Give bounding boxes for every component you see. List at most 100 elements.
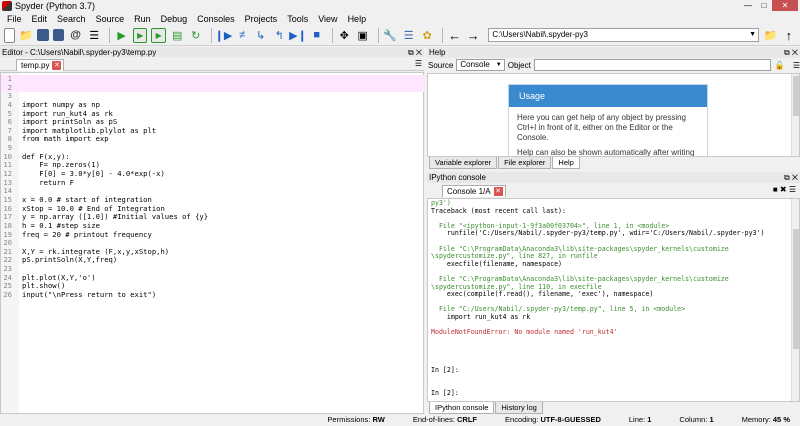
tab-ipython-console[interactable]: IPython console xyxy=(429,402,495,414)
menu-source[interactable]: Source xyxy=(91,14,130,24)
menu-projects[interactable]: Projects xyxy=(240,14,283,24)
save-icon[interactable] xyxy=(37,29,49,41)
stop-debug-icon[interactable]: ■ xyxy=(309,28,324,43)
close-tab-icon[interactable]: ✕ xyxy=(52,61,62,70)
open-file-icon[interactable]: 📁 xyxy=(19,28,34,43)
continue-icon[interactable]: ▶❙ xyxy=(289,28,307,43)
step-icon[interactable]: ≠ xyxy=(235,28,250,43)
code-line: 22 pS.printSoln(X,Y,freq) xyxy=(3,255,118,265)
run-selection-icon[interactable]: ▤ xyxy=(170,28,185,43)
tab-help[interactable]: Help xyxy=(552,157,580,169)
options-icon[interactable]: ☰ xyxy=(793,61,800,70)
fullscreen-icon[interactable]: ▣ xyxy=(355,28,370,43)
ipython-console[interactable]: py3') Traceback (most recent call last):… xyxy=(427,198,800,402)
console-title-text: IPython console xyxy=(429,173,486,182)
working-directory-field[interactable]: C:\Users\Nabil\.spyder-py3 ▼ xyxy=(488,28,760,42)
help-bottom-tabs: Variable explorer File explorer Help xyxy=(429,157,581,169)
chevron-down-icon[interactable]: ▼ xyxy=(749,29,756,41)
console-controls[interactable]: ■ ✖ ☰ xyxy=(773,185,796,194)
python-icon[interactable]: ✿ xyxy=(420,28,435,43)
list-icon[interactable]: ☰ xyxy=(87,28,102,43)
close-tab-icon[interactable]: ✕ xyxy=(493,187,503,196)
code-line: 13 return F xyxy=(3,177,74,187)
back-arrow-icon[interactable]: ← xyxy=(447,28,462,43)
run-icon[interactable]: ▶ xyxy=(114,28,129,43)
maximize-pane-icon[interactable]: ✥ xyxy=(337,28,352,43)
usage-card: Usage Here you can get help of any objec… xyxy=(508,84,708,157)
chevron-down-icon: ▼ xyxy=(495,62,502,68)
maximize-icon[interactable]: □ xyxy=(756,0,772,11)
status-encoding: Encoding: UTF-8-GUESSED xyxy=(505,415,601,424)
code-line: 8 from math import exp xyxy=(7,134,109,144)
tab-temp-py[interactable]: temp.py ✕ xyxy=(16,59,65,71)
source-select[interactable]: Console ▼ xyxy=(456,59,505,71)
code-line: 1 xyxy=(1,74,425,84)
tab-history-log[interactable]: History log xyxy=(495,402,543,414)
minimize-icon[interactable]: — xyxy=(740,0,756,11)
console-pane-title: IPython console ⧉ ✕ xyxy=(427,172,800,183)
debug-icon[interactable]: ❙▶ xyxy=(215,28,233,43)
status-line: Line: 1 xyxy=(628,415,652,424)
parent-directory-icon[interactable]: ↑ xyxy=(782,28,797,43)
new-file-icon[interactable] xyxy=(4,27,15,43)
pane-undock-icon[interactable]: ⧉ ✕ xyxy=(784,47,798,58)
step-into-icon[interactable]: ↳ xyxy=(253,28,268,43)
rerun-icon[interactable]: ↻ xyxy=(188,28,203,43)
console-output: py3') Traceback (most recent call last):… xyxy=(431,199,765,397)
status-permissions: Permissions: RW xyxy=(327,415,385,424)
usage-title: Usage xyxy=(509,85,707,107)
menu-run[interactable]: Run xyxy=(129,14,156,24)
console-tab-bar: Console 1/A ✕ ■ ✖ ☰ xyxy=(427,184,800,198)
pythonpath-icon[interactable]: ☰ xyxy=(401,28,416,43)
tab-label: temp.py xyxy=(21,61,50,70)
preferences-icon[interactable]: 🔧 xyxy=(383,28,398,43)
tab-console-1a[interactable]: Console 1/A ✕ xyxy=(442,185,506,197)
status-column: Column: 1 xyxy=(679,415,714,424)
main-toolbar: 📁 @ ☰ ▶ ▶ ▶ ▤ ↻ ❙▶ ≠ ↳ ↰ ▶❙ ■ ✥ ▣ 🔧 ☰ ✿ … xyxy=(0,25,800,46)
step-return-icon[interactable]: ↰ xyxy=(272,28,287,43)
browse-folder-icon[interactable]: 📁 xyxy=(763,28,778,43)
title-bar: Spyder (Python 3.7) — □ ✕ xyxy=(0,0,800,12)
forward-arrow-icon[interactable]: → xyxy=(466,28,481,43)
code-editor[interactable]: 1 2 3 4 import numpy as np 5 import run_ku… xyxy=(0,72,425,414)
menu-file[interactable]: File xyxy=(2,14,27,24)
code-line: 19 freq = 20 # printout frequency xyxy=(3,229,152,239)
menu-consoles[interactable]: Consoles xyxy=(192,14,240,24)
at-sign-icon[interactable]: @ xyxy=(68,28,83,43)
code-lines: 1 2 3 4 import numpy as np 5 import run_ku… xyxy=(1,74,425,300)
spyder-app-icon xyxy=(2,1,12,11)
console-bottom-tabs: IPython console History log xyxy=(429,402,544,414)
run-cell-icon[interactable]: ▶ xyxy=(132,27,148,43)
status-bar: Permissions: RW End-of-lines: CRLF Encod… xyxy=(0,414,800,426)
status-eol: End-of-lines: CRLF xyxy=(412,415,478,424)
status-memory: Memory: 45 % xyxy=(741,415,790,424)
usage-text: Here you can get help of any object by p… xyxy=(517,113,695,157)
options-icon[interactable]: ☰ xyxy=(415,59,422,68)
source-value: Console xyxy=(460,60,490,69)
tab-label: Console 1/A xyxy=(447,187,491,196)
menu-debug[interactable]: Debug xyxy=(156,14,193,24)
pane-undock-icon[interactable]: ⧉ ✕ xyxy=(784,172,798,183)
menu-tools[interactable]: Tools xyxy=(282,14,313,24)
editor-title-text: Editor - C:\Users\Nabil\.spyder-py3\temp… xyxy=(2,48,157,57)
object-input[interactable] xyxy=(533,59,771,71)
menu-search[interactable]: Search xyxy=(52,14,91,24)
menu-bar: File Edit Search Source Run Debug Consol… xyxy=(0,12,800,25)
menu-help[interactable]: Help xyxy=(343,14,372,24)
console-scrollbar[interactable] xyxy=(791,199,799,401)
working-directory-value: C:\Users\Nabil\.spyder-py3 xyxy=(492,30,588,39)
tab-variable-explorer[interactable]: Variable explorer xyxy=(429,157,498,169)
lock-icon[interactable]: 🔓 xyxy=(775,61,785,70)
code-line: 2 xyxy=(1,83,425,93)
object-label: Object xyxy=(507,60,531,70)
close-icon[interactable]: ✕ xyxy=(772,0,798,11)
menu-edit[interactable]: Edit xyxy=(27,14,53,24)
run-cell-advance-icon[interactable]: ▶ xyxy=(151,27,166,43)
tab-file-explorer[interactable]: File explorer xyxy=(498,157,552,169)
save-all-icon[interactable] xyxy=(52,29,65,41)
help-pane-title: Help ⧉ ✕ xyxy=(427,47,800,58)
menu-view[interactable]: View xyxy=(313,14,342,24)
window-title: Spyder (Python 3.7) xyxy=(15,1,96,11)
help-toolbar: Source Console ▼ Object 🔓 ☰ xyxy=(427,58,800,72)
help-scrollbar[interactable] xyxy=(791,74,799,156)
